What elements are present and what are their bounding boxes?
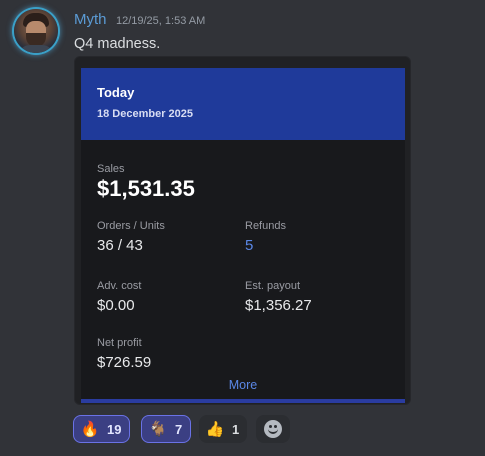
more-link[interactable]: More	[81, 378, 405, 392]
sales-label: Sales	[97, 163, 125, 175]
reaction-count: 1	[232, 421, 240, 437]
user-avatar[interactable]	[14, 9, 58, 53]
net-profit-value: $726.59	[97, 354, 152, 371]
message-text: Q4 madness.	[74, 36, 161, 52]
chat-message: Myth 12/19/25, 1:53 AM Q4 madness. Today…	[0, 0, 485, 456]
fire-icon: 🔥	[80, 421, 100, 438]
reaction-count: 7	[175, 421, 183, 437]
card-date: 18 December 2025	[97, 108, 194, 120]
message-timestamp: 12/19/25, 1:53 AM	[115, 15, 206, 27]
est-payout-value: $1,356.27	[245, 297, 312, 314]
sales-value: $1,531.35	[97, 176, 195, 201]
reaction-thumbs-up[interactable]: 👍 1	[199, 415, 248, 443]
reaction-count: 19	[107, 421, 122, 437]
adv-cost-label: Adv. cost	[97, 280, 142, 292]
refunds-label: Refunds	[245, 220, 286, 232]
username[interactable]: Myth	[74, 11, 107, 28]
orders-units-label: Orders / Units	[97, 220, 165, 232]
reaction-goat[interactable]: 🐐 7	[141, 415, 192, 443]
add-reaction-icon	[264, 420, 282, 438]
net-profit-label: Net profit	[97, 337, 142, 349]
orders-units-value: 36 / 43	[97, 237, 143, 254]
sales-embed: Today 18 December 2025 Sales $1,531.35 O…	[74, 56, 411, 405]
avatar-shirt	[18, 45, 54, 53]
sales-card: Today 18 December 2025 Sales $1,531.35 O…	[81, 68, 405, 403]
reaction-fire[interactable]: 🔥 19	[73, 415, 131, 443]
goat-icon: 🐐	[148, 421, 168, 438]
est-payout-label: Est. payout	[245, 280, 301, 292]
refunds-value[interactable]: 5	[245, 237, 253, 254]
adv-cost-value: $0.00	[97, 297, 135, 314]
add-reaction-button[interactable]	[256, 415, 290, 443]
thumbs-up-icon: 👍	[205, 421, 225, 438]
card-header: Today 18 December 2025	[81, 68, 405, 140]
card-title: Today	[97, 85, 135, 100]
message-header: Myth 12/19/25, 1:53 AM	[74, 11, 205, 29]
